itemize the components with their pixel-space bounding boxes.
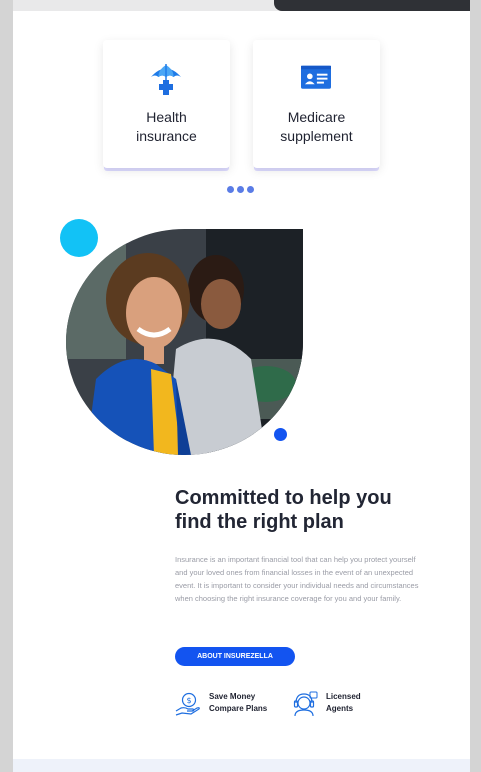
card-label: Medicare supplement — [280, 109, 353, 144]
next-section-band — [13, 759, 470, 772]
decorative-circle-cyan — [60, 219, 98, 257]
section-description: Insurance is an important financial tool… — [175, 555, 419, 603]
card-medicare-supplement[interactable]: Medicare supplement — [253, 40, 380, 168]
carousel-dot[interactable] — [227, 186, 234, 193]
card-label: Health insurance — [136, 109, 197, 144]
carousel-dot[interactable] — [237, 186, 244, 193]
feature-text: Save Money Compare Plans — [209, 692, 268, 713]
id-card-icon — [301, 65, 331, 89]
section-heading: Committed to help you find the right pla… — [175, 487, 392, 533]
card-health-insurance[interactable]: Health insurance — [103, 40, 230, 168]
top-hero-image-edge — [274, 0, 470, 11]
feature-save-money: $ Save Money Compare Plans — [175, 691, 267, 717]
umbrella-medical-icon — [151, 64, 181, 95]
page: Health insurance Medicare supplement Com… — [13, 0, 470, 772]
team-photo — [66, 229, 303, 455]
svg-text:$: $ — [186, 696, 191, 705]
decorative-circle-blue — [274, 428, 287, 441]
office-photo-illustration — [66, 229, 303, 455]
support-agent-icon — [293, 691, 318, 717]
feature-text: Licensed Agents — [326, 692, 361, 713]
feature-licensed-agents: Licensed Agents — [292, 691, 361, 717]
about-insurezella-button[interactable]: ABOUT INSUREZELLA — [175, 647, 295, 666]
carousel-dot[interactable] — [247, 186, 254, 193]
carousel-dots[interactable] — [227, 186, 254, 194]
money-hand-icon: $ — [175, 692, 200, 716]
